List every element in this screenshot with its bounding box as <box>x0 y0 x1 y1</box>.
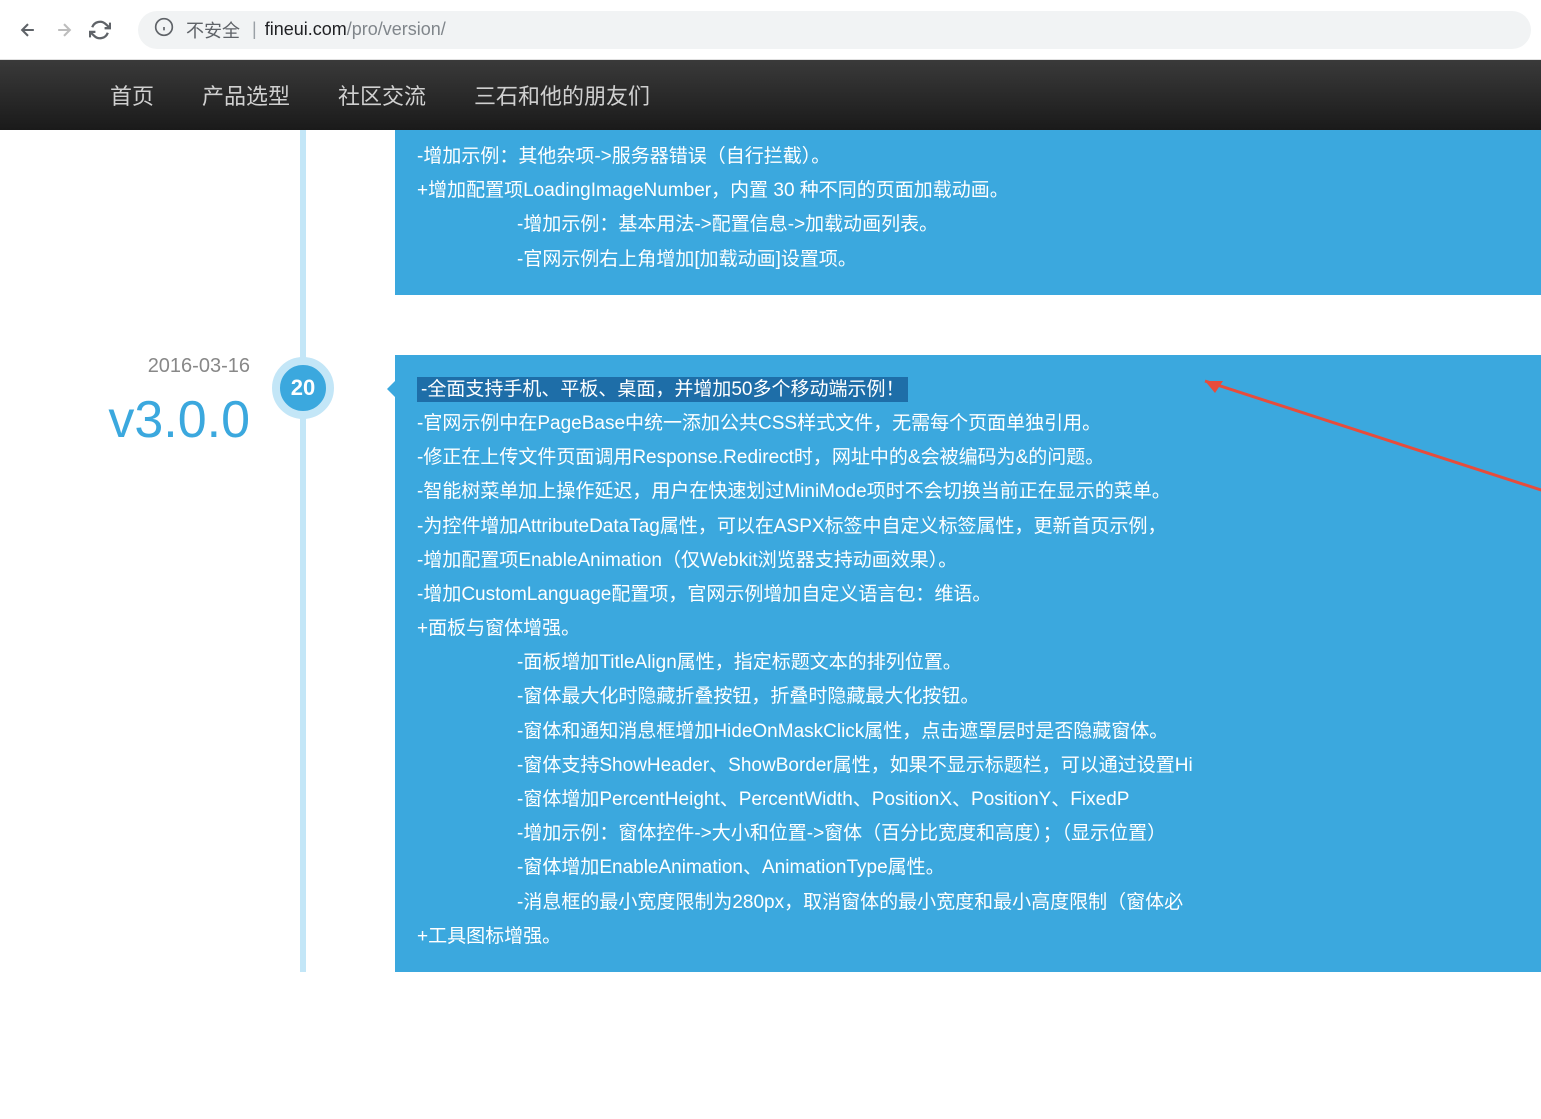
address-divider: | <box>252 19 257 40</box>
changelog-line: -窗体和通知消息框增加HideOnMaskClick属性，点击遮罩层时是否隐藏窗… <box>517 715 1519 749</box>
nav-community[interactable]: 社区交流 <box>338 79 426 111</box>
changelog-line: -全面支持手机、平板、桌面，并增加50多个移动端示例！ <box>417 373 1519 407</box>
changelog-line: -官网示例右上角增加[加载动画]设置项。 <box>517 243 1519 277</box>
version-date: 2016-03-16 <box>0 355 250 378</box>
timeline-dot: 20 <box>272 357 334 419</box>
changelog-line: -窗体增加EnableAnimation、AnimationType属性。 <box>517 851 1519 885</box>
reload-button[interactable] <box>82 12 118 48</box>
url-path: /pro/version/ <box>347 19 446 40</box>
changelog-line: +面板与窗体增强。 <box>417 612 1519 646</box>
changelog-line: -增加配置项EnableAnimation（仅Webkit浏览器支持动画效果）。 <box>417 544 1519 578</box>
changelog-block-v300: -全面支持手机、平板、桌面，并增加50多个移动端示例！ -官网示例中在PageB… <box>395 355 1541 972</box>
changelog-line: -为控件增加AttributeDataTag属性，可以在ASPX标签中自定义标签… <box>417 510 1519 544</box>
changelog-line: -窗体最大化时隐藏折叠按钮，折叠时隐藏最大化按钮。 <box>517 680 1519 714</box>
changelog-line: -面板增加TitleAlign属性，指定标题文本的排列位置。 <box>517 646 1519 680</box>
changelog-line: -增加示例：窗体控件->大小和位置->窗体（百分比宽度和高度）；（显示位置） <box>517 817 1519 851</box>
forward-button[interactable] <box>46 12 82 48</box>
changelog-line: -消息框的最小宽度限制为280px，取消窗体的最小宽度和最小高度限制（窗体必 <box>517 886 1519 920</box>
info-icon <box>154 17 174 42</box>
version-label: v3.0.0 <box>0 390 250 450</box>
nav-home[interactable]: 首页 <box>110 79 154 111</box>
security-status: 不安全 <box>186 17 240 43</box>
timeline-day: 20 <box>291 375 315 401</box>
changelog-line: -修正在上传文件页面调用Response.Redirect时，网址中的&会被编码… <box>417 441 1519 475</box>
changelog-line: -增加示例：其他杂项->服务器错误（自行拦截）。 <box>417 140 1519 174</box>
highlighted-text: -全面支持手机、平板、桌面，并增加50多个移动端示例！ <box>417 377 908 402</box>
changelog-line: +工具图标增强。 <box>417 920 1519 954</box>
changelog-line: -增加CustomLanguage配置项，官网示例增加自定义语言包：维语。 <box>417 578 1519 612</box>
changelog-line: -官网示例中在PageBase中统一添加公共CSS样式文件，无需每个页面单独引用… <box>417 407 1519 441</box>
version-entry: 2016-03-16 v3.0.0 20 -全面支持手机、平板、桌面，并增加50… <box>0 355 1541 972</box>
address-bar[interactable]: 不安全 | fineui.com/pro/version/ <box>138 11 1531 49</box>
nav-friends[interactable]: 三石和他的朋友们 <box>474 79 650 111</box>
changelog-line: -窗体支持ShowHeader、ShowBorder属性，如果不显示标题栏，可以… <box>517 749 1519 783</box>
changelog-line: -窗体增加PercentHeight、PercentWidth、Position… <box>517 783 1519 817</box>
nav-products[interactable]: 产品选型 <box>202 79 290 111</box>
back-button[interactable] <box>10 12 46 48</box>
changelog-block-prev: -增加示例：其他杂项->服务器错误（自行拦截）。 +增加配置项LoadingIm… <box>395 130 1541 295</box>
changelog-line: +增加配置项LoadingImageNumber，内置 30 种不同的页面加载动… <box>417 174 1519 208</box>
changelog-line: -增加示例：基本用法->配置信息->加载动画列表。 <box>517 208 1519 242</box>
site-navigation: 首页 产品选型 社区交流 三石和他的朋友们 <box>0 60 1541 130</box>
url-host: fineui.com <box>265 19 347 40</box>
browser-toolbar: 不安全 | fineui.com/pro/version/ <box>0 0 1541 60</box>
changelog-line: -智能树菜单加上操作延迟，用户在快速划过MiniMode项时不会切换当前正在显示… <box>417 475 1519 509</box>
content-area: -增加示例：其他杂项->服务器错误（自行拦截）。 +增加配置项LoadingIm… <box>0 130 1541 972</box>
